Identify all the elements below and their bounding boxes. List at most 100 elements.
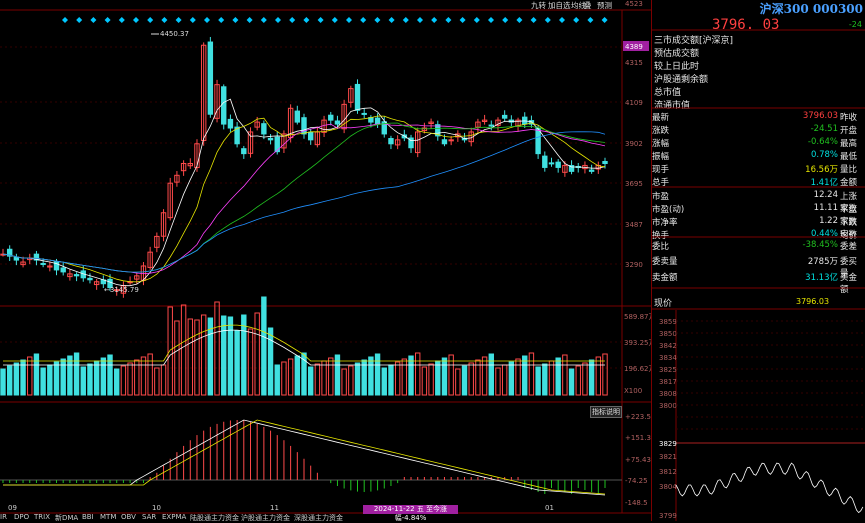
signal-marker: [289, 17, 296, 23]
quote-label-right: 金额: [840, 178, 858, 188]
quote-label: 市盈(动): [652, 205, 685, 215]
quote-label: 振幅: [652, 152, 670, 162]
ma-line-30: [2, 122, 606, 273]
volume-bar: [80, 366, 86, 396]
volume-bar: [267, 327, 274, 396]
quote-label-right: 委差: [840, 242, 858, 252]
market-info-line: 三市成交额[沪深京]: [654, 36, 734, 46]
volume-bar: [221, 315, 227, 396]
indicator-tab-7[interactable]: SAR: [142, 513, 156, 521]
volume-bar: [461, 365, 468, 396]
indicator-tab-4[interactable]: BBI: [82, 513, 94, 521]
macd-tick: -74.25: [625, 477, 648, 485]
signal-marker: [516, 17, 523, 23]
signal-marker: [601, 17, 608, 23]
quote-row: 涨跌 -24.51 开盘: [652, 124, 862, 137]
quote-value: -24.51: [810, 124, 838, 134]
kline-chart[interactable]: 43894315410939023695348732904389589.87万3…: [0, 0, 651, 521]
quote-label-right: 买金额: [840, 273, 858, 295]
volume-bar: [234, 330, 240, 396]
macd-tick: -148.5: [625, 499, 648, 507]
volume-bar: [515, 358, 521, 396]
volume-bar: [408, 355, 414, 396]
signal-marker: [573, 17, 580, 23]
candle-body: [328, 114, 334, 121]
current-price-tag: 4389: [625, 43, 643, 51]
quote-value: 1.22: [819, 216, 838, 226]
volume-bar: [314, 363, 321, 396]
volume-bar: [435, 360, 441, 396]
candle-body: [73, 274, 80, 277]
toolbar-3[interactable]: 叠: [584, 0, 592, 10]
candle-body: [542, 155, 548, 168]
quote-label: 卖金额: [652, 273, 678, 283]
quote-row: 委比 -38.45% 委差: [652, 240, 862, 253]
quote-value: 11.11: [813, 203, 838, 213]
volume-bar: [542, 363, 548, 396]
quote-value: 3796.03: [802, 111, 838, 121]
quote-row: 市盈(动) 11.11 平盘家数: [652, 203, 862, 227]
volume-bar: [33, 353, 40, 396]
quote-label: 涨幅: [652, 139, 670, 149]
signal-marker: [402, 17, 409, 23]
indicator-tab-0[interactable]: IR: [0, 513, 7, 521]
quote-row: 市净率 1.22 下跌家数: [652, 216, 862, 240]
volume-bar: [415, 352, 421, 396]
volume-bar: [348, 365, 354, 396]
toolbar-0[interactable]: 九转: [531, 0, 546, 10]
candle-body: [334, 120, 341, 125]
volume-bar: [167, 306, 173, 396]
quote-label-right: 最高: [840, 139, 858, 149]
indicator-tab-3[interactable]: 新DMA: [55, 513, 78, 522]
market-info-line: 沪股通剩余额: [654, 75, 709, 85]
volume-bar: [6, 365, 13, 396]
indicator-tab-2[interactable]: TRIX: [34, 513, 50, 521]
candle-body: [488, 124, 494, 127]
volume-bar: [60, 358, 66, 396]
indicator-tab-6[interactable]: OBV: [121, 513, 136, 521]
quote-label: 委比: [652, 242, 670, 252]
volume-bar: [602, 353, 608, 396]
signal-marker: [473, 17, 480, 23]
volume-bar: [147, 353, 153, 396]
price-tick: 3487: [625, 221, 643, 229]
signal-marker: [587, 17, 594, 23]
quote-row: 市盈 12.24 上涨家数: [652, 190, 862, 214]
signal-marker: [317, 17, 324, 23]
volume-bar: [508, 361, 515, 396]
signal-marker: [445, 17, 452, 23]
volume-bar: [174, 320, 180, 396]
volume-bar: [575, 365, 581, 396]
signal-marker: [360, 17, 367, 23]
volume-bar: [241, 314, 247, 396]
volume-bar: [247, 328, 254, 396]
quote-label-right: 量比: [840, 165, 858, 175]
toolbar-1[interactable]: 加自选: [548, 0, 571, 10]
quote-value: 12.24: [813, 190, 838, 200]
indicator-tab-10[interactable]: 沪股通主力资金: [241, 513, 290, 522]
quote-label: 市净率: [652, 218, 678, 228]
volume-bar: [154, 367, 160, 396]
quote-label: 总手: [652, 178, 670, 188]
candle-body: [501, 114, 508, 119]
volume-bar: [321, 360, 327, 396]
quote-label-right: 昨收: [840, 113, 858, 123]
low-label: ←3145.79: [104, 286, 139, 294]
indicator-tab-9[interactable]: 陆股通主力资金: [190, 513, 239, 522]
indicator-tab-1[interactable]: DPO: [14, 513, 29, 521]
quote-value: -0.64%: [807, 137, 838, 147]
indicator-tab-11[interactable]: 深股通主力资金: [294, 513, 343, 522]
candle-body: [274, 136, 280, 153]
toolbar-4[interactable]: 预测: [597, 0, 612, 10]
volume-bar: [114, 368, 120, 396]
volume-bar: [401, 358, 408, 396]
price-tick: 3902: [625, 140, 643, 148]
indicator-tab-5[interactable]: MTM: [100, 513, 116, 521]
indicator-tab-8[interactable]: EXPMA: [162, 513, 186, 521]
candle-body: [388, 138, 394, 145]
quote-row: 涨幅 -0.64% 最高: [652, 137, 862, 150]
signal-marker: [90, 17, 97, 23]
signal-marker: [147, 17, 154, 23]
volume-bar: [87, 363, 93, 396]
indicator-help-button[interactable]: 指标说明: [590, 406, 622, 418]
